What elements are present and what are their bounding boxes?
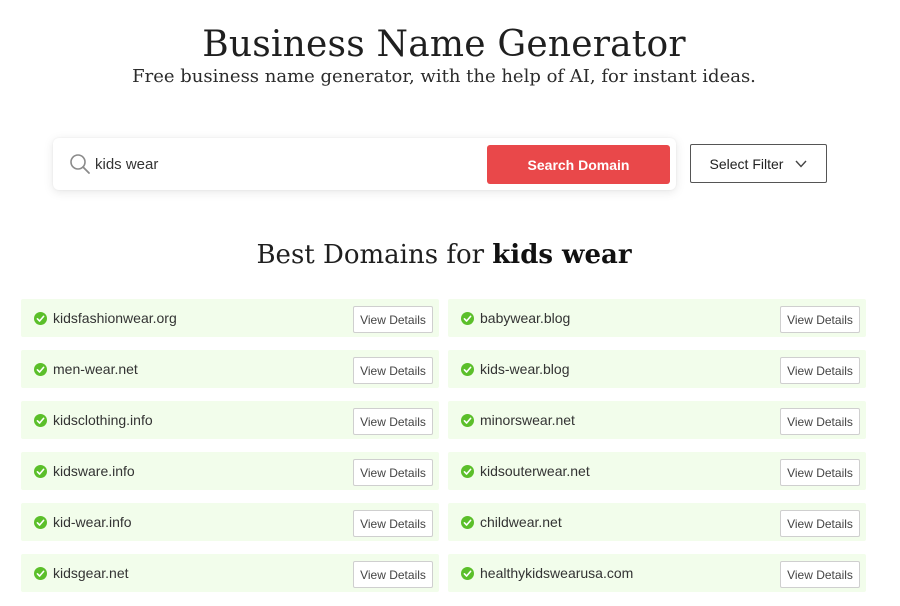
view-details-button[interactable]: View Details: [780, 561, 860, 588]
view-details-button[interactable]: View Details: [353, 459, 433, 486]
select-filter-label: Select Filter: [709, 155, 784, 172]
check-circle-icon: [34, 516, 47, 529]
check-circle-icon: [461, 363, 474, 376]
results-heading: Best Domains for kids wear: [0, 240, 888, 270]
check-circle-icon: [34, 567, 47, 580]
check-circle-icon: [461, 312, 474, 325]
domain-row: men-wear.net View Details: [21, 350, 439, 388]
domain-name: men-wear.net: [53, 361, 138, 377]
view-details-button[interactable]: View Details: [353, 510, 433, 537]
view-details-button[interactable]: View Details: [353, 561, 433, 588]
domain-name: minorswear.net: [480, 412, 575, 428]
domain-row: healthykidswearusa.com View Details: [448, 554, 866, 592]
domain-name: kidsgear.net: [53, 565, 129, 581]
domain-row: kidsfashionwear.org View Details: [21, 299, 439, 337]
domain-row: minorswear.net View Details: [448, 401, 866, 439]
chevron-down-icon: [795, 160, 807, 168]
view-details-button[interactable]: View Details: [780, 459, 860, 486]
check-circle-icon: [34, 414, 47, 427]
domain-name: healthykidswearusa.com: [480, 565, 634, 581]
check-circle-icon: [461, 414, 474, 427]
domain-name: kids-wear.blog: [480, 361, 570, 377]
domain-name: kid-wear.info: [53, 514, 132, 530]
domain-row: kid-wear.info View Details: [21, 503, 439, 541]
view-details-button[interactable]: View Details: [780, 408, 860, 435]
view-details-button[interactable]: View Details: [780, 510, 860, 537]
check-circle-icon: [461, 516, 474, 529]
check-circle-icon: [34, 312, 47, 325]
search-icon: [70, 154, 90, 174]
domain-row: childwear.net View Details: [448, 503, 866, 541]
view-details-button[interactable]: View Details: [780, 306, 860, 333]
page-title: Business Name Generator: [202, 24, 686, 66]
domain-name: kidsouterwear.net: [480, 463, 590, 479]
domain-row: kids-wear.blog View Details: [448, 350, 866, 388]
select-filter-dropdown[interactable]: Select Filter: [690, 144, 827, 183]
check-circle-icon: [461, 567, 474, 580]
domain-results-grid: kidsfashionwear.org View Details babywear.…: [21, 299, 866, 592]
search-bar: Search Domain: [53, 138, 676, 190]
check-circle-icon: [34, 465, 47, 478]
view-details-button[interactable]: View Details: [353, 357, 433, 384]
check-circle-icon: [34, 363, 47, 376]
search-domain-button[interactable]: Search Domain: [487, 145, 670, 184]
domain-row: kidsouterwear.net View Details: [448, 452, 866, 490]
domain-row: babywear.blog View Details: [448, 299, 866, 337]
domain-name: kidsware.info: [53, 463, 135, 479]
domain-name: kidsclothing.info: [53, 412, 153, 428]
results-heading-keyword: kids wear: [492, 240, 632, 270]
view-details-button[interactable]: View Details: [353, 408, 433, 435]
domain-name: childwear.net: [480, 514, 562, 530]
domain-row: kidsclothing.info View Details: [21, 401, 439, 439]
results-heading-prefix: Best Domains for: [256, 240, 485, 270]
view-details-button[interactable]: View Details: [780, 357, 860, 384]
domain-name: kidsfashionwear.org: [53, 310, 177, 326]
search-input[interactable]: [95, 150, 475, 178]
domain-name: babywear.blog: [480, 310, 571, 326]
domain-row: kidsgear.net View Details: [21, 554, 439, 592]
check-circle-icon: [461, 465, 474, 478]
page-subtitle: Free business name generator, with the h…: [132, 66, 756, 87]
view-details-button[interactable]: View Details: [353, 306, 433, 333]
domain-row: kidsware.info View Details: [21, 452, 439, 490]
